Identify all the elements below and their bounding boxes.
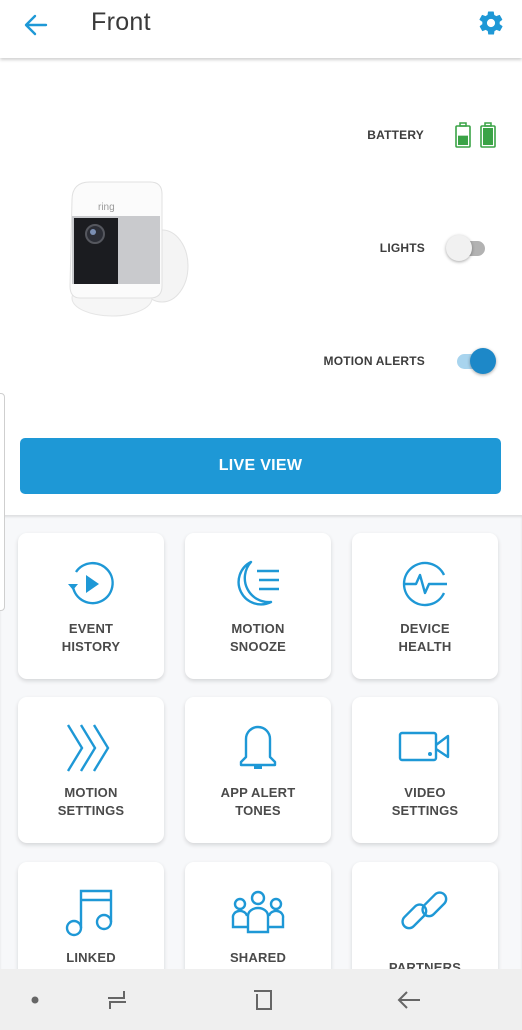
bell-icon [239,725,277,769]
motion-chevrons-icon [66,724,110,772]
arrow-left-icon[interactable] [22,11,50,39]
tile-device-health[interactable]: DEVICE HEALTH [352,533,498,679]
toggle-knob [446,235,472,261]
system-nav-bar [0,969,522,1030]
recent-apps-icon[interactable] [102,985,132,1015]
tile-label: APP ALERT TONES [220,785,296,818]
tile-label: SHARED [229,950,287,965]
motion-alerts-row: MOTION ALERTS [0,346,522,376]
battery-indicators [455,122,496,148]
battery-label: BATTERY [367,128,424,142]
users-icon [231,890,285,934]
tile-label: MOTION SNOOZE [229,621,287,654]
motion-alerts-toggle[interactable] [455,346,499,376]
lights-row: LIGHTS [0,233,522,263]
tile-label: LINKED [66,950,116,965]
tile-event-history[interactable]: EVENT HISTORY [18,533,164,679]
music-note-icon [65,889,113,937]
event-history-icon [68,561,114,605]
video-camera-icon [398,731,450,762]
tile-label: DEVICE HEALTH [398,621,452,654]
tile-label: MOTION SETTINGS [57,785,125,818]
gear-icon[interactable] [477,9,505,37]
back-nav-icon[interactable] [394,985,424,1015]
brand-mark: ring [98,202,115,213]
tile-video-settings[interactable]: VIDEO SETTINGS [352,697,498,843]
edge-panel-handle[interactable] [0,393,5,611]
motion-alerts-label: MOTION ALERTS [323,354,425,368]
tile-motion-settings[interactable]: MOTION SETTINGS [18,697,164,843]
battery-icon-2 [480,122,496,148]
app-bar: Front [0,0,522,58]
lights-label: LIGHTS [379,241,425,255]
device-health-icon [402,561,447,607]
tile-label: VIDEO SETTINGS [391,785,459,818]
battery-icon-1 [455,122,471,148]
device-panel: ring BATTERY LIGHTS MOTION ALERTS LIVE V… [0,58,522,515]
feature-grid: EVENT HISTORY MOTION SNOOZE DEVICE HEALTH M… [0,515,522,1008]
link-icon [401,891,448,930]
battery-row: BATTERY [0,120,522,150]
dot-indicator-icon[interactable] [20,985,50,1015]
toggle-knob [470,348,496,374]
page-title: Front [91,8,151,36]
moon-snooze-icon [237,560,279,606]
home-icon[interactable] [248,985,278,1015]
tile-app-alert-tones[interactable]: APP ALERT TONES [185,697,331,843]
live-view-button[interactable]: LIVE VIEW [20,438,501,494]
tile-label: EVENT HISTORY [61,621,121,654]
lights-toggle[interactable] [445,233,489,263]
tile-motion-snooze[interactable]: MOTION SNOOZE [185,533,331,679]
